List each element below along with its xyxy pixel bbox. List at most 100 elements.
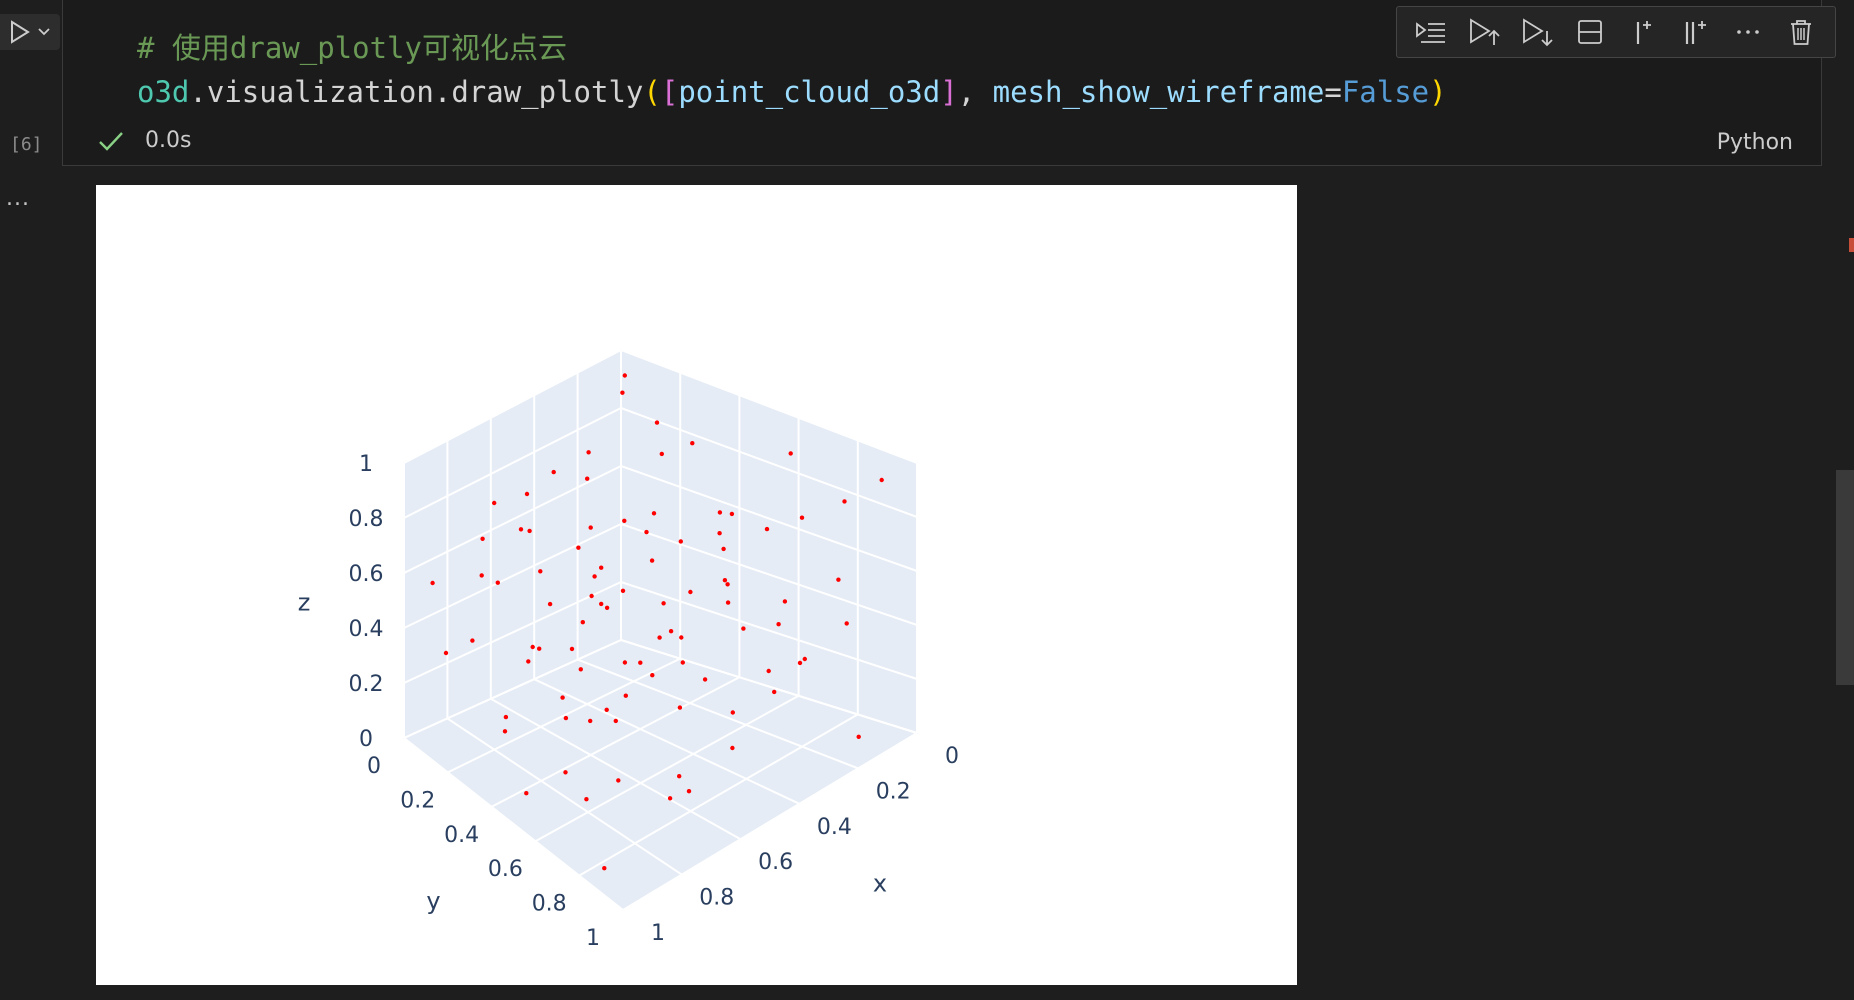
data-point	[721, 546, 726, 552]
execution-status: 0.0s	[97, 128, 191, 153]
code-token-module: visualization	[206, 75, 434, 109]
code-token-paren: )	[1429, 75, 1447, 109]
data-point	[622, 518, 627, 523]
data-point	[479, 573, 484, 578]
x-tick-label: 0.6	[758, 850, 793, 875]
run-above-button[interactable]	[1464, 12, 1504, 52]
add-cell-above-button[interactable]	[1622, 12, 1662, 52]
z-tick-label: 0.8	[349, 507, 384, 532]
cell-gutter: [6] ...	[0, 0, 62, 1000]
data-point	[524, 491, 530, 497]
delete-icon	[1790, 20, 1811, 45]
plot-output[interactable]: 0 0.2 0.4 0.6 0.8 1 0 0.2 0.4 0.6 0.8 1 0 0.2 0.4 0.6 0.…	[96, 185, 1297, 985]
data-point	[592, 574, 597, 579]
data-point	[688, 589, 693, 595]
plotly-3d-scatter[interactable]: 0 0.2 0.4 0.6 0.8 1 0 0.2 0.4 0.6 0.8 1 0 0.2 0.4 0.6 0.…	[96, 185, 1297, 985]
z-tick-label: 0.6	[349, 562, 384, 587]
y-tick-label: 0.4	[444, 823, 479, 848]
data-point	[620, 390, 625, 395]
code-cell[interactable]: # 使用draw_plotly可视化点云 o3d.visualization.d…	[62, 0, 1836, 166]
add-cell-below-button[interactable]	[1675, 12, 1715, 52]
data-point	[764, 526, 770, 532]
execute-above-icon	[1416, 22, 1446, 43]
data-point	[537, 646, 542, 651]
data-point	[729, 511, 735, 517]
split-cell-icon	[1577, 20, 1602, 44]
code-token-func: draw_plotly	[451, 75, 644, 109]
data-point	[578, 667, 583, 672]
y-axis-label: y	[426, 887, 440, 915]
data-point	[599, 565, 604, 570]
data-point	[586, 450, 591, 455]
data-point	[480, 536, 485, 541]
data-point	[797, 660, 803, 666]
play-icon	[11, 20, 30, 44]
code-editor[interactable]: # 使用draw_plotly可视化点云 o3d.visualization.d…	[137, 26, 1447, 114]
code-token-dot: .	[433, 75, 452, 109]
data-point	[836, 577, 841, 582]
data-point	[563, 715, 569, 721]
data-point	[717, 531, 722, 536]
data-point	[782, 599, 788, 604]
data-point	[430, 580, 435, 586]
data-point	[613, 718, 618, 724]
code-token-bracket: [	[660, 75, 679, 109]
data-point	[495, 580, 500, 585]
more-icon	[1737, 30, 1759, 34]
data-point	[842, 499, 847, 504]
run-below-button[interactable]	[1517, 12, 1557, 52]
code-token-bracket: ]	[940, 75, 958, 109]
data-point	[470, 638, 475, 643]
data-point	[730, 745, 735, 751]
output-more-button[interactable]: ...	[6, 186, 30, 211]
execute-above-button[interactable]	[1411, 12, 1451, 52]
data-point	[717, 510, 723, 515]
data-point	[620, 588, 626, 593]
data-point	[690, 441, 695, 446]
data-point	[622, 660, 628, 665]
data-point	[599, 601, 604, 607]
data-point	[569, 646, 575, 652]
delete-cell-button[interactable]	[1781, 12, 1821, 52]
data-point	[741, 626, 746, 631]
split-cell-button[interactable]	[1570, 12, 1610, 52]
more-actions-button[interactable]	[1728, 12, 1768, 52]
data-point	[576, 545, 581, 550]
run-cell-button[interactable]	[0, 14, 60, 50]
z-tick-label: 0.4	[349, 617, 384, 642]
data-point	[547, 601, 553, 607]
data-point	[616, 778, 621, 783]
code-token-kwarg: mesh_show_wireframe	[992, 75, 1325, 109]
data-point	[730, 710, 735, 715]
data-point	[659, 451, 664, 457]
scrollbar-thumb[interactable]	[1836, 470, 1854, 685]
data-point	[622, 373, 627, 378]
chevron-down-icon[interactable]	[37, 27, 51, 37]
cell-language[interactable]: Python	[1717, 130, 1793, 155]
data-point	[766, 668, 771, 674]
z-tick-label: 0	[359, 727, 373, 752]
data-point	[503, 714, 509, 720]
data-point	[527, 528, 532, 534]
code-token-paren: (	[643, 75, 661, 109]
data-point	[563, 770, 568, 775]
data-point	[650, 673, 655, 678]
code-token-comma: ,	[957, 75, 993, 109]
data-point	[725, 600, 731, 605]
cell-toolbar	[1396, 6, 1836, 58]
data-point	[856, 734, 861, 739]
z-axis-label: z	[298, 589, 311, 617]
data-point	[644, 529, 649, 535]
data-point	[560, 695, 565, 700]
data-point	[667, 796, 673, 801]
data-point	[772, 689, 777, 695]
data-point	[538, 569, 543, 574]
code-token-arg: point_cloud_o3d	[678, 75, 941, 109]
data-point	[776, 622, 781, 627]
data-point	[680, 660, 685, 665]
data-point	[604, 605, 610, 610]
z-tick-label: 1	[359, 452, 373, 477]
data-point	[879, 477, 884, 483]
z-tick-label: 0.2	[349, 672, 384, 697]
data-point	[623, 693, 628, 698]
